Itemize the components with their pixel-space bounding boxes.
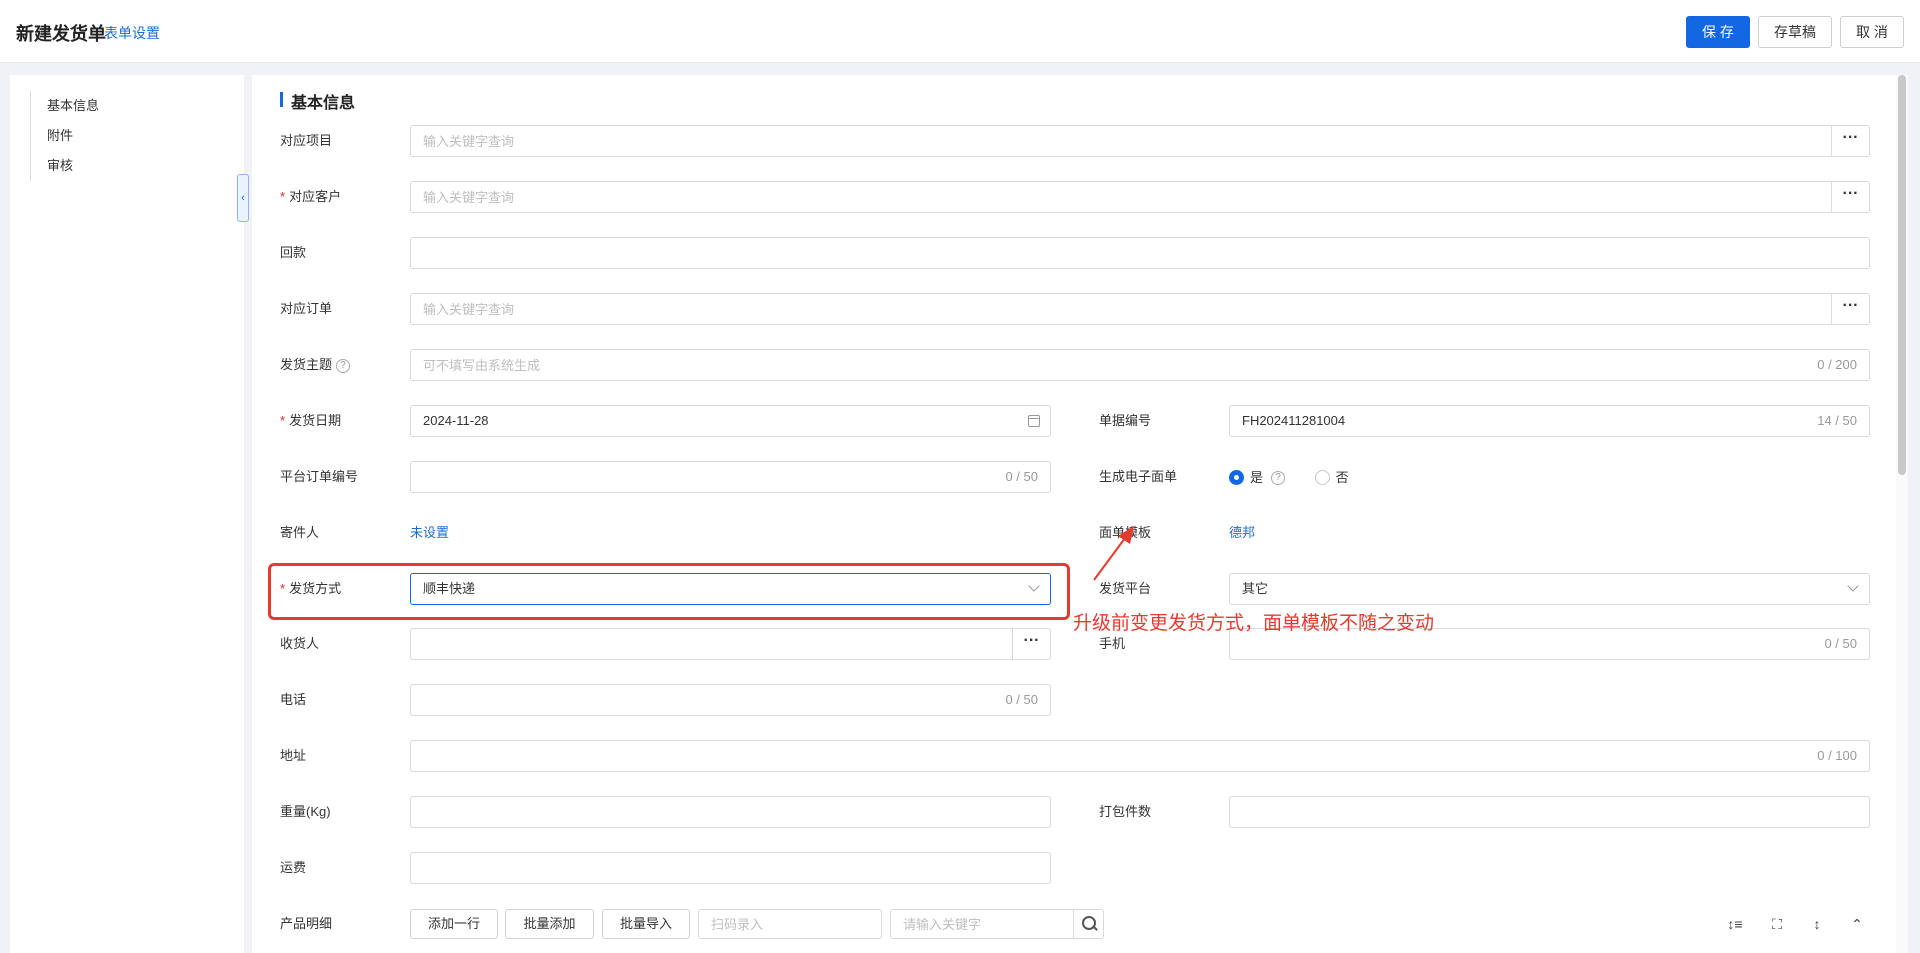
order-input[interactable]	[411, 294, 1869, 324]
main-content: 基本信息 对应项目 ··· *对应客户 ··· 回款 对应订单 ··· 发货主题…	[252, 75, 1908, 953]
weight-input[interactable]	[411, 797, 1050, 827]
products-label: 产品明细	[280, 916, 333, 931]
page-title: 新建发货单	[16, 24, 106, 44]
order-field[interactable]: ···	[410, 293, 1870, 325]
form-settings-link[interactable]: 表单设置	[104, 23, 160, 43]
receiver-field[interactable]: ···	[410, 628, 1051, 660]
platform-order-label: 平台订单编号	[280, 469, 359, 484]
freight-label: 运费	[280, 860, 307, 875]
save-draft-button[interactable]: 存草稿	[1758, 16, 1832, 48]
ship-platform-value: 其它	[1242, 581, 1269, 596]
doc-no-label: 单据编号	[1099, 413, 1152, 428]
waybill-template-link[interactable]: 德邦	[1229, 517, 1255, 549]
char-counter: 0 / 200	[1817, 357, 1857, 372]
product-search-field[interactable]	[890, 909, 1104, 939]
top-bar: 新建发货单 表单设置 保 存 存草稿 取 消	[0, 0, 1920, 63]
more-icon[interactable]: ···	[1831, 126, 1869, 156]
calendar-icon[interactable]	[1028, 415, 1040, 427]
scan-field[interactable]	[698, 909, 882, 939]
e-waybill-label: 生成电子面单	[1099, 469, 1178, 484]
sender-link[interactable]: 未设置	[410, 517, 449, 549]
customer-input[interactable]	[411, 182, 1869, 212]
phone-label: 电话	[280, 692, 307, 707]
receiver-label: 收货人	[280, 636, 320, 651]
sidebar: 基本信息 附件 审核	[10, 75, 244, 953]
help-icon[interactable]: ?	[336, 358, 351, 373]
subject-field[interactable]: 0 / 200	[410, 349, 1870, 381]
payment-field[interactable]	[410, 237, 1870, 269]
address-field[interactable]: 0 / 100	[410, 740, 1870, 772]
sidebar-collapse-handle[interactable]: ‹	[237, 174, 249, 222]
cancel-button[interactable]: 取 消	[1840, 16, 1904, 48]
save-button[interactable]: 保 存	[1686, 16, 1750, 48]
address-label: 地址	[280, 748, 307, 763]
e-waybill-radio-group: 是? 否	[1229, 461, 1353, 493]
freight-input[interactable]	[411, 853, 1050, 883]
batch-add-button[interactable]: 批量添加	[505, 909, 594, 939]
product-search-input[interactable]	[891, 910, 1075, 938]
radio-no-label[interactable]: 否	[1336, 470, 1349, 485]
more-icon[interactable]: ···	[1831, 182, 1869, 212]
fullscreen-icon[interactable]: ⛶	[1766, 913, 1788, 935]
annotation-arrow-icon	[1093, 526, 1134, 581]
section-title: 基本信息	[280, 89, 355, 113]
address-input[interactable]	[411, 741, 1869, 771]
expand-vertical-icon[interactable]: ↕	[1806, 913, 1828, 935]
platform-order-field[interactable]: 0 / 50	[410, 461, 1051, 493]
chevron-down-icon	[1847, 580, 1859, 592]
package-count-input[interactable]	[1230, 797, 1869, 827]
ship-date-value: 2024-11-28	[423, 413, 489, 428]
radio-yes-label[interactable]: 是	[1250, 470, 1263, 485]
order-label: 对应订单	[280, 301, 333, 316]
char-counter: 0 / 50	[1005, 692, 1038, 707]
phone-input[interactable]	[411, 685, 1050, 715]
payment-input[interactable]	[411, 238, 1869, 268]
ship-date-field[interactable]: 2024-11-28	[410, 405, 1051, 437]
package-count-field[interactable]	[1229, 796, 1870, 828]
help-icon[interactable]: ?	[1271, 470, 1286, 485]
sidebar-item-attachments[interactable]: 附件	[47, 121, 99, 151]
radio-yes[interactable]	[1229, 470, 1244, 486]
chevron-up-icon[interactable]: ⌃	[1846, 913, 1868, 935]
row-height-icon[interactable]: ↕≡	[1724, 913, 1746, 935]
radio-no[interactable]	[1314, 470, 1330, 486]
doc-no-field[interactable]: FH202411281004 14 / 50	[1229, 405, 1870, 437]
payment-label: 回款	[280, 245, 307, 260]
package-count-label: 打包件数	[1099, 804, 1152, 819]
search-icon[interactable]	[1073, 910, 1103, 938]
ship-platform-select[interactable]: 其它	[1229, 573, 1870, 605]
more-icon[interactable]: ···	[1012, 629, 1050, 659]
subject-label: 发货主题?	[280, 349, 351, 381]
doc-no-value: FH202411281004	[1242, 413, 1346, 428]
scroll-thumb[interactable]	[1898, 75, 1906, 475]
char-counter: 0 / 50	[1005, 469, 1038, 484]
customer-field[interactable]: ···	[410, 181, 1870, 213]
phone-field[interactable]: 0 / 50	[410, 684, 1051, 716]
sidebar-item-review[interactable]: 审核	[47, 151, 99, 181]
sidebar-item-basic-info[interactable]: 基本信息	[47, 91, 99, 121]
receiver-input[interactable]	[411, 629, 1050, 659]
ship-date-label: * 发货日期	[280, 413, 342, 428]
batch-import-button[interactable]: 批量导入	[602, 909, 690, 939]
more-icon[interactable]: ···	[1831, 294, 1869, 324]
customer-label: * 对应客户	[280, 189, 342, 204]
project-field[interactable]: ···	[410, 125, 1870, 157]
char-counter: 0 / 50	[1824, 636, 1857, 651]
project-label: 对应项目	[280, 133, 333, 148]
char-counter: 0 / 100	[1817, 748, 1857, 763]
project-input[interactable]	[411, 126, 1869, 156]
subject-input[interactable]	[411, 350, 1869, 380]
annotation-text: 升级前变更发货方式，面单模板不随之变动	[1073, 613, 1435, 634]
annotation-highlight-box	[268, 563, 1070, 620]
char-counter: 14 / 50	[1817, 413, 1857, 428]
scan-input[interactable]	[699, 910, 881, 938]
sidebar-nav: 基本信息 附件 审核	[30, 91, 99, 181]
add-row-button[interactable]: 添加一行	[410, 909, 498, 939]
weight-field[interactable]	[410, 796, 1051, 828]
platform-order-input[interactable]	[411, 462, 1050, 492]
freight-field[interactable]	[410, 852, 1051, 884]
sender-label: 寄件人	[280, 525, 320, 540]
scrollbar[interactable]	[1896, 75, 1908, 953]
weight-label: 重量(Kg)	[280, 804, 331, 819]
